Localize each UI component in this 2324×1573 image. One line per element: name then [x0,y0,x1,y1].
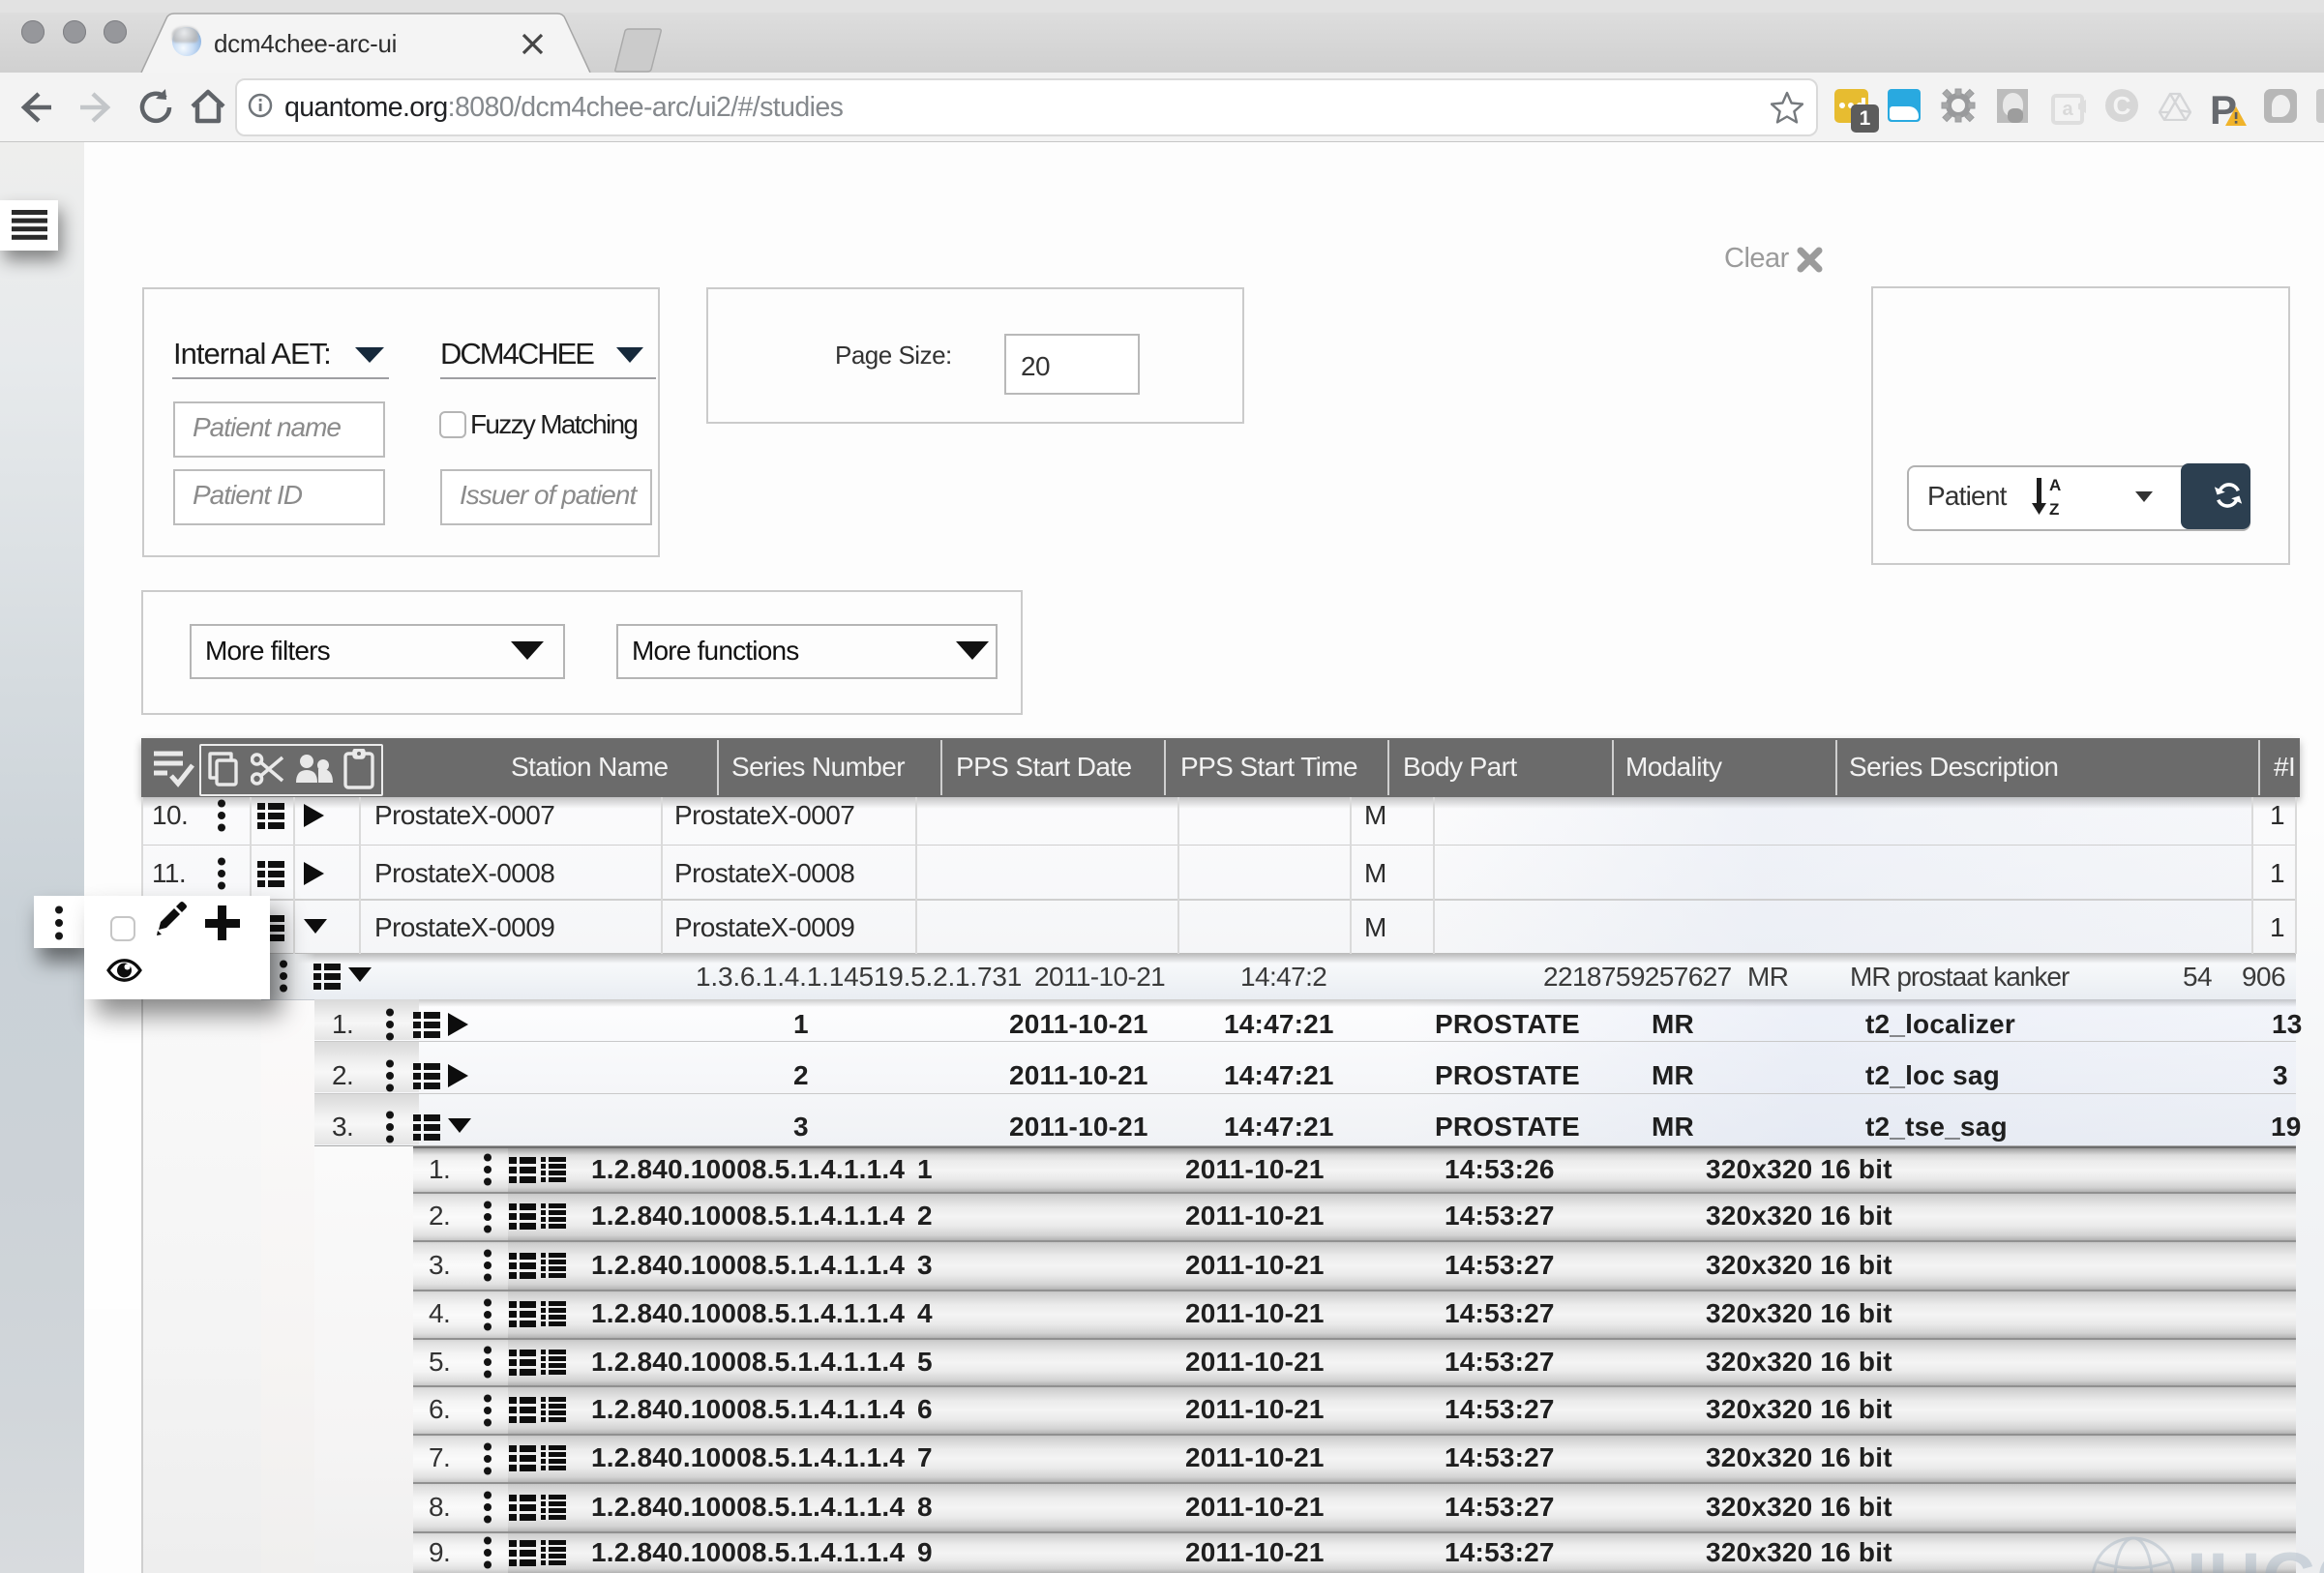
svg-text:IHCO: IHCO [2187,1538,2324,1573]
svg-text:Z: Z [2049,500,2059,517]
svg-text:A: A [2049,476,2061,494]
